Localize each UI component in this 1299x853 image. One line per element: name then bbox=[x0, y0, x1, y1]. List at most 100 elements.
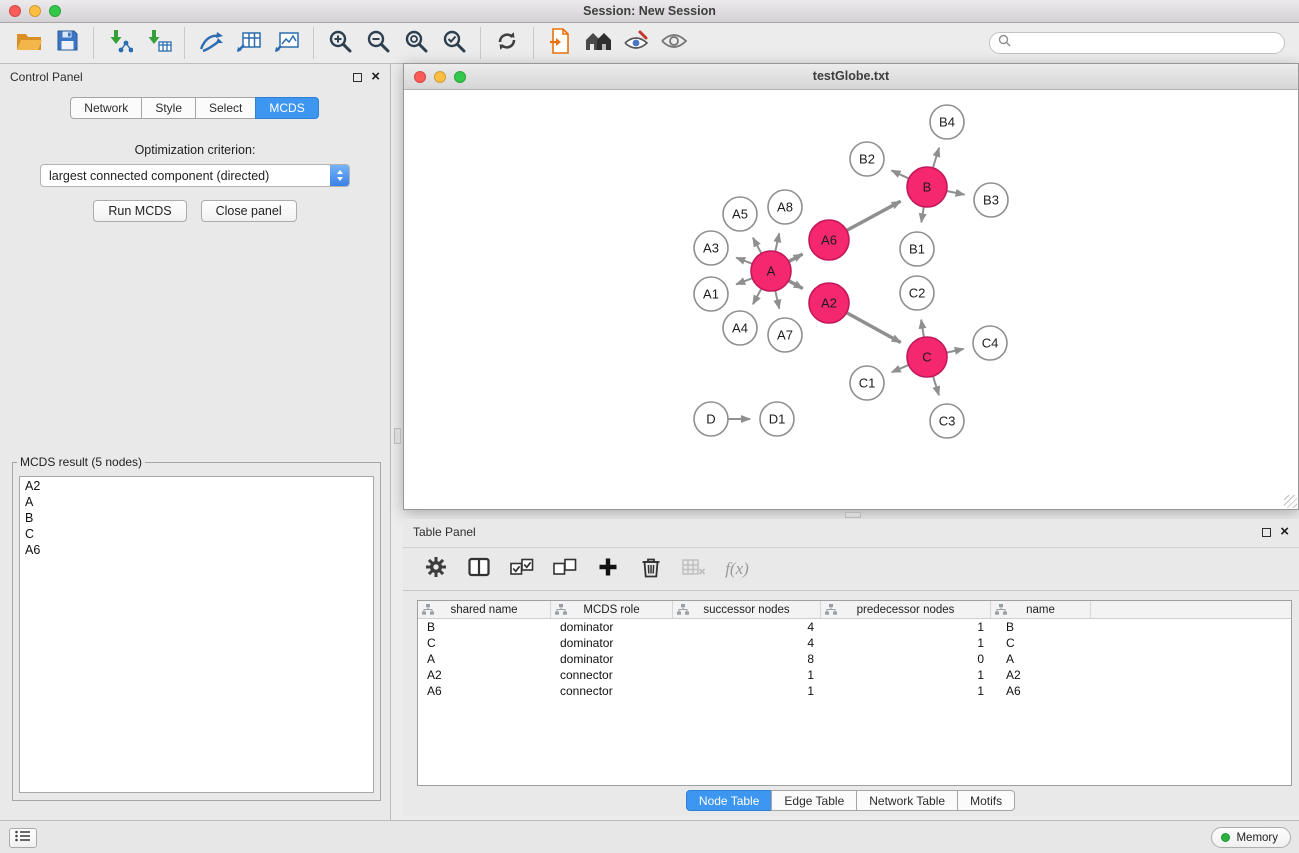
node-D[interactable]: D bbox=[694, 402, 728, 436]
edge-C-C4[interactable] bbox=[947, 349, 964, 353]
node-D1[interactable]: D1 bbox=[760, 402, 794, 436]
tab-mcds[interactable]: MCDS bbox=[255, 97, 318, 119]
node-A[interactable]: A bbox=[751, 251, 791, 291]
edge-A2-C[interactable] bbox=[847, 313, 901, 343]
node-A8[interactable]: A8 bbox=[768, 190, 802, 224]
window-resize-grip[interactable] bbox=[1284, 495, 1297, 508]
float-panel-icon[interactable] bbox=[353, 73, 362, 82]
node-A4[interactable]: A4 bbox=[723, 311, 757, 345]
maximize-view-button[interactable] bbox=[454, 71, 466, 83]
edge-B-B4[interactable] bbox=[933, 148, 939, 168]
edge-A6-B[interactable] bbox=[847, 201, 901, 230]
edge-A-A2[interactable] bbox=[789, 281, 803, 289]
table-row[interactable]: A6connector11A6 bbox=[418, 683, 1291, 699]
task-history-button[interactable] bbox=[9, 828, 37, 848]
zoom-fit-button[interactable] bbox=[397, 27, 435, 59]
table-row[interactable]: A2connector11A2 bbox=[418, 667, 1291, 683]
float-table-panel-icon[interactable] bbox=[1262, 528, 1271, 537]
close-view-button[interactable] bbox=[414, 71, 426, 83]
delete-column-button[interactable] bbox=[638, 556, 664, 582]
close-panel-button[interactable]: Close panel bbox=[201, 200, 297, 222]
column-header-successor-nodes[interactable]: successor nodes bbox=[673, 601, 821, 618]
close-panel-icon[interactable]: × bbox=[371, 72, 380, 82]
node-C1[interactable]: C1 bbox=[850, 366, 884, 400]
node-B2[interactable]: B2 bbox=[850, 142, 884, 176]
table-settings-button[interactable] bbox=[423, 556, 449, 582]
column-header-predecessor-nodes[interactable]: predecessor nodes bbox=[821, 601, 991, 618]
table-row[interactable]: Cdominator41C bbox=[418, 635, 1291, 651]
tab-motifs[interactable]: Motifs bbox=[957, 790, 1015, 811]
fullscreen-window-button[interactable] bbox=[49, 5, 61, 17]
tab-style[interactable]: Style bbox=[141, 97, 196, 119]
tab-edge-table[interactable]: Edge Table bbox=[771, 790, 857, 811]
network-canvas[interactable]: B4 B2 B B3 A8 A5 A6 A3 B1 A A1 C2 A2 A4 A7 C4 C C1 C3 D D1 bbox=[404, 91, 1298, 509]
edge-A-A3[interactable] bbox=[736, 258, 752, 264]
edge-A-A6[interactable] bbox=[789, 254, 803, 261]
delete-table-button[interactable] bbox=[681, 556, 707, 582]
first-neighbors-button[interactable] bbox=[579, 27, 617, 59]
network-window-titlebar[interactable]: testGlobe.txt bbox=[404, 64, 1298, 90]
import-table-button[interactable] bbox=[139, 27, 177, 59]
edge-C-C1[interactable] bbox=[892, 365, 909, 372]
node-A3[interactable]: A3 bbox=[694, 231, 728, 265]
zoom-selected-button[interactable] bbox=[435, 27, 473, 59]
node-C3[interactable]: C3 bbox=[930, 404, 964, 438]
close-table-panel-icon[interactable]: × bbox=[1280, 527, 1289, 537]
node-C2[interactable]: C2 bbox=[900, 276, 934, 310]
edge-A-A4[interactable] bbox=[753, 289, 762, 305]
edge-A-A8[interactable] bbox=[775, 233, 779, 251]
node-A7[interactable]: A7 bbox=[768, 318, 802, 352]
close-window-button[interactable] bbox=[9, 5, 21, 17]
function-builder-button[interactable]: f(x) bbox=[724, 556, 750, 582]
minimize-window-button[interactable] bbox=[29, 5, 41, 17]
edge-C-C3[interactable] bbox=[933, 376, 939, 395]
add-column-button[interactable] bbox=[595, 556, 621, 582]
edge-A-A7[interactable] bbox=[775, 291, 779, 309]
search-input[interactable] bbox=[1016, 36, 1276, 50]
import-network-button[interactable] bbox=[101, 27, 139, 59]
column-header-shared-name[interactable]: shared name bbox=[418, 601, 551, 618]
node-A1[interactable]: A1 bbox=[694, 277, 728, 311]
show-style-button[interactable] bbox=[617, 27, 655, 59]
open-session-button[interactable] bbox=[10, 27, 48, 59]
column-header-MCDS-role[interactable]: MCDS role bbox=[551, 601, 673, 618]
tab-network[interactable]: Network bbox=[70, 97, 142, 119]
export-image-button[interactable] bbox=[268, 27, 306, 59]
tab-network-table[interactable]: Network Table bbox=[856, 790, 958, 811]
node-A5[interactable]: A5 bbox=[723, 197, 757, 231]
export-network-button[interactable] bbox=[541, 27, 579, 59]
edge-A-A1[interactable] bbox=[736, 278, 752, 284]
result-item[interactable]: C bbox=[20, 526, 373, 542]
node-B1[interactable]: B1 bbox=[900, 232, 934, 266]
show-hide-details-button[interactable] bbox=[655, 27, 693, 59]
tab-node-table[interactable]: Node Table bbox=[686, 790, 773, 811]
table-row[interactable]: Bdominator41B bbox=[418, 619, 1291, 635]
edge-B-B3[interactable] bbox=[947, 191, 965, 195]
new-table-button[interactable] bbox=[230, 27, 268, 59]
vertical-splitter-handle[interactable] bbox=[394, 428, 401, 444]
apply-layout-button[interactable] bbox=[488, 27, 526, 59]
node-C[interactable]: C bbox=[907, 337, 947, 377]
deselect-all-button[interactable] bbox=[552, 556, 578, 582]
zoom-out-button[interactable] bbox=[359, 27, 397, 59]
new-network-button[interactable] bbox=[192, 27, 230, 59]
edge-A-A5[interactable] bbox=[753, 238, 762, 254]
show-columns-button[interactable] bbox=[466, 556, 492, 582]
node-B4[interactable]: B4 bbox=[930, 105, 964, 139]
tab-select[interactable]: Select bbox=[195, 97, 256, 119]
criterion-select[interactable]: largest connected component (directed) bbox=[40, 164, 350, 187]
zoom-in-button[interactable] bbox=[321, 27, 359, 59]
node-B[interactable]: B bbox=[907, 167, 947, 207]
result-item[interactable]: A bbox=[20, 494, 373, 510]
column-header-name[interactable]: name bbox=[991, 601, 1091, 618]
save-session-button[interactable] bbox=[48, 27, 86, 59]
edge-B-B1[interactable] bbox=[921, 207, 924, 223]
run-mcds-button[interactable]: Run MCDS bbox=[93, 200, 186, 222]
node-B3[interactable]: B3 bbox=[974, 183, 1008, 217]
memory-button[interactable]: Memory bbox=[1211, 827, 1291, 848]
node-A6[interactable]: A6 bbox=[809, 220, 849, 260]
node-C4[interactable]: C4 bbox=[973, 326, 1007, 360]
minimize-view-button[interactable] bbox=[434, 71, 446, 83]
node-A2[interactable]: A2 bbox=[809, 283, 849, 323]
result-item[interactable]: A6 bbox=[20, 542, 373, 558]
